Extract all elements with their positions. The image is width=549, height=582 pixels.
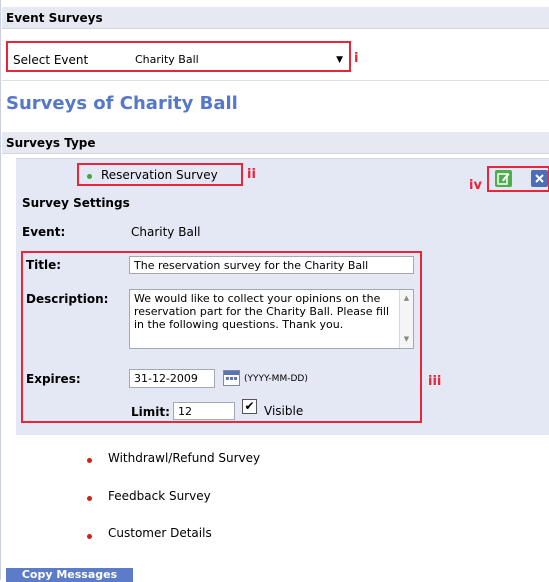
page-frame: Event Surveys Select Event Charity Ball … [0,0,549,582]
date-format-hint: (YYYY-MM-DD) [244,374,308,384]
event-label: Event: [22,225,66,239]
description-textarea[interactable]: We would like to collect your opinions o… [129,289,414,349]
callout-label-iii: iii [428,374,442,389]
callout-label-iv: iv [469,178,482,193]
edit-icon[interactable] [495,170,512,187]
callout-label-i: i [354,51,359,66]
survey-item-withdrawl[interactable]: Withdrawl/Refund Survey [108,451,260,465]
limit-label: Limit: [131,405,170,419]
survey-settings-heading: Survey Settings [22,196,130,210]
visible-checkbox[interactable]: ✔ [242,399,257,414]
status-dot-red [87,458,92,463]
expires-input[interactable]: 31-12-2009 [129,369,215,388]
page-title: Surveys of Charity Ball [6,93,238,114]
callout-box-ii [77,163,243,186]
section-header: Event Surveys [2,7,549,29]
visible-label: Visible [264,404,304,418]
status-dot-red [87,534,92,539]
callout-box-i [6,41,351,72]
close-icon[interactable] [531,170,548,187]
survey-item-customer-details[interactable]: Customer Details [108,526,212,540]
limit-input[interactable]: 12 [173,402,235,420]
event-value: Charity Ball [131,225,201,239]
expires-label: Expires: [26,372,81,386]
callout-label-ii: ii [247,167,256,182]
title-label: Title: [26,258,62,272]
title-input[interactable]: The reservation survey for the Charity B… [129,256,414,274]
scroll-up-icon[interactable]: ▲ [400,292,413,305]
description-text: We would like to collect your opinions o… [134,292,390,331]
surveys-type-heading: Surveys Type [2,132,549,154]
calendar-icon[interactable]: ▪▪▪ [223,370,240,386]
description-label: Description: [26,292,109,306]
status-dot-red [87,496,92,501]
textarea-scrollbar[interactable]: ▲ ▼ [399,290,413,348]
survey-item-feedback[interactable]: Feedback Survey [108,489,211,503]
scroll-down-icon[interactable]: ▼ [400,333,413,346]
